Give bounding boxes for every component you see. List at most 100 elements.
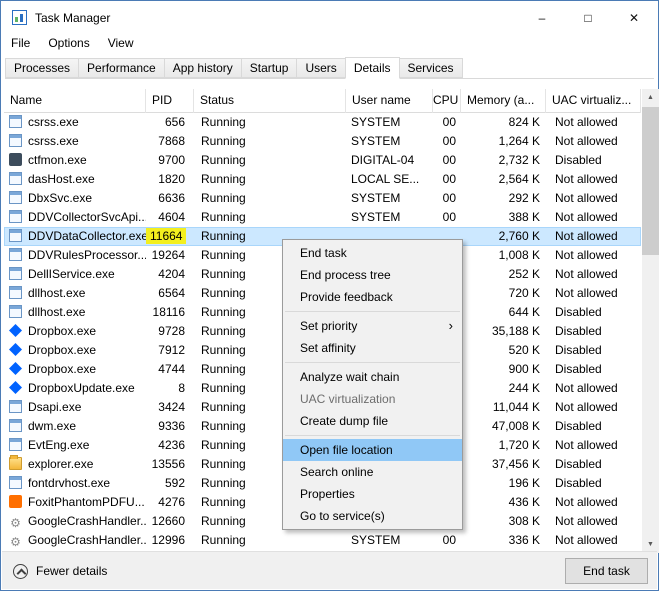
tab-startup[interactable]: Startup (240, 58, 298, 78)
pid-cell: 3424 (158, 400, 185, 414)
process-name-cell: Dsapi.exe (4, 398, 146, 417)
process-name: Dsapi.exe (28, 400, 82, 414)
memory-cell: 1,008 K (498, 248, 540, 262)
process-name-cell: DDVCollectorSvcApi... (4, 208, 146, 227)
process-name-cell: csrss.exe (4, 113, 146, 132)
process-name: DellIService.exe (28, 267, 115, 281)
end-task-button[interactable]: End task (565, 558, 648, 584)
cpu-cell: 00 (442, 134, 456, 148)
process-row[interactable]: DDVCollectorSvcApi... 4604 Running SYSTEM 00… (4, 208, 641, 227)
tab-services[interactable]: Services (398, 58, 463, 78)
process-name: GoogleCrashHandler... (28, 533, 146, 547)
process-row[interactable]: DbxSvc.exe 6636 Running SYSTEM 00 292 K Not al… (4, 189, 641, 208)
context-menu-item-open-file-location[interactable]: Open file location (283, 439, 462, 461)
uac-virtualization-cell: Not allowed (555, 533, 618, 547)
uac-virtualization-cell: Disabled (555, 476, 602, 490)
column-header-memory[interactable]: Memory (a... (461, 89, 546, 113)
cpu-cell: 00 (442, 115, 456, 129)
fewer-details-toggle[interactable]: Fewer details (13, 552, 107, 590)
column-header-name[interactable]: Name (4, 89, 146, 113)
context-menu-item-properties[interactable]: Properties (283, 483, 462, 505)
memory-cell: 244 K (508, 381, 540, 395)
cpu-cell: 00 (442, 533, 456, 547)
menubar-item-file[interactable]: File (2, 33, 39, 54)
status-cell: Running (201, 533, 246, 547)
memory-cell: 196 K (508, 476, 540, 490)
folder-icon (9, 455, 22, 470)
column-header-uac[interactable]: UAC virtualiz... (546, 89, 641, 113)
application-icon (9, 305, 22, 318)
user-name-cell: DIGITAL-04 (351, 153, 415, 167)
pid-highlight: 11664 (146, 228, 187, 244)
scroll-up-icon[interactable]: ▲ (642, 89, 659, 106)
uac-virtualization-cell: Disabled (555, 419, 602, 433)
cpu-cell: 00 (442, 191, 456, 205)
uac-virtualization-cell: Not allowed (555, 438, 618, 452)
tab-performance[interactable]: Performance (78, 58, 165, 78)
pid-cell: 592 (164, 476, 185, 490)
pid-cell: 4204 (158, 267, 185, 281)
uac-virtualization-cell: Not allowed (555, 514, 618, 528)
chevron-up-circle-icon (13, 563, 28, 579)
vertical-scrollbar[interactable]: ▲ ▼ (642, 89, 659, 553)
context-menu-item-set-affinity[interactable]: Set affinity (283, 337, 462, 359)
column-header-user[interactable]: User name (346, 89, 433, 113)
process-row[interactable]: ctfmon.exe 9700 Running DIGITAL-04 00 2,732 K… (4, 151, 641, 170)
tab-processes[interactable]: Processes (5, 58, 80, 78)
process-row[interactable]: ⚙ GoogleCrashHandler... 12996 Running SYSTEM… (4, 531, 641, 550)
process-name-cell: DropboxUpdate.exe (4, 379, 146, 398)
column-header-cpu[interactable]: CPU (433, 89, 461, 113)
context-menu-item-provide-feedback[interactable]: Provide feedback (283, 286, 462, 308)
context-menu-item-analyze-wait-chain[interactable]: Analyze wait chain (283, 366, 462, 388)
context-menu-item-end-process-tree[interactable]: End process tree (283, 264, 462, 286)
scrollbar-thumb[interactable] (642, 107, 659, 255)
pid-cell: 18116 (152, 305, 185, 319)
process-name: dasHost.exe (28, 172, 95, 186)
task-manager-window: Task Manager – □ ✕ File Options View Proce… (0, 0, 659, 591)
user-name-cell: SYSTEM (351, 210, 401, 224)
context-menu-item-search-online[interactable]: Search online (283, 461, 462, 483)
status-cell: Running (201, 134, 246, 148)
process-name: DDVCollectorSvcApi... (28, 210, 146, 224)
context-menu-item-create-dump-file[interactable]: Create dump file (283, 410, 462, 432)
submenu-arrow-icon: › (448, 318, 453, 333)
pid-cell: 13556 (151, 457, 185, 471)
column-header-status[interactable]: Status (194, 89, 346, 113)
title-bar[interactable]: Task Manager – □ ✕ (2, 2, 657, 33)
pid-cell: 656 (164, 115, 185, 129)
maximize-button[interactable]: □ (565, 2, 611, 33)
process-name: DropboxUpdate.exe (28, 381, 135, 395)
process-row[interactable]: csrss.exe 7868 Running SYSTEM 00 1,264 K Not a… (4, 132, 641, 151)
memory-cell: 720 K (508, 286, 540, 300)
process-name: DDVDataCollector.exe (28, 229, 146, 243)
column-header-pid[interactable]: PID (146, 89, 194, 113)
uac-virtualization-cell: Disabled (555, 362, 602, 376)
tab-app-history[interactable]: App history (163, 58, 242, 78)
memory-cell: 436 K (508, 495, 540, 509)
process-row[interactable]: csrss.exe 656 Running SYSTEM 00 824 K Not allo… (4, 113, 641, 132)
process-name-cell: explorer.exe (4, 455, 146, 474)
user-name-cell: SYSTEM (351, 533, 401, 547)
tab-details[interactable]: Details (344, 57, 400, 79)
pid-cell: 9728 (158, 324, 185, 338)
window-title: Task Manager (35, 10, 111, 25)
process-name: FoxitPhantomPDFU... (28, 495, 145, 509)
context-menu-item-go-to-service-s[interactable]: Go to service(s) (283, 505, 462, 527)
menubar-item-options[interactable]: Options (39, 33, 98, 54)
cpu-cell: 00 (442, 172, 456, 186)
menubar-item-view[interactable]: View (99, 33, 143, 54)
context-menu-item-set-priority[interactable]: Set priority › (283, 315, 462, 337)
user-name-cell: LOCAL SE... (351, 172, 420, 186)
process-row[interactable]: dasHost.exe 1820 Running LOCAL SE... 00 2,564… (4, 170, 641, 189)
context-menu-item-end-task[interactable]: End task (283, 242, 462, 264)
process-name-cell: csrss.exe (4, 132, 146, 151)
close-button[interactable]: ✕ (611, 2, 657, 33)
status-cell: Running (201, 191, 246, 205)
status-cell: Running (201, 172, 246, 186)
uac-virtualization-cell: Disabled (555, 153, 602, 167)
tab-users[interactable]: Users (296, 58, 346, 78)
status-cell: Running (201, 153, 246, 167)
minimize-button[interactable]: – (519, 2, 565, 33)
application-icon (9, 400, 22, 413)
uac-virtualization-cell: Disabled (555, 324, 602, 338)
